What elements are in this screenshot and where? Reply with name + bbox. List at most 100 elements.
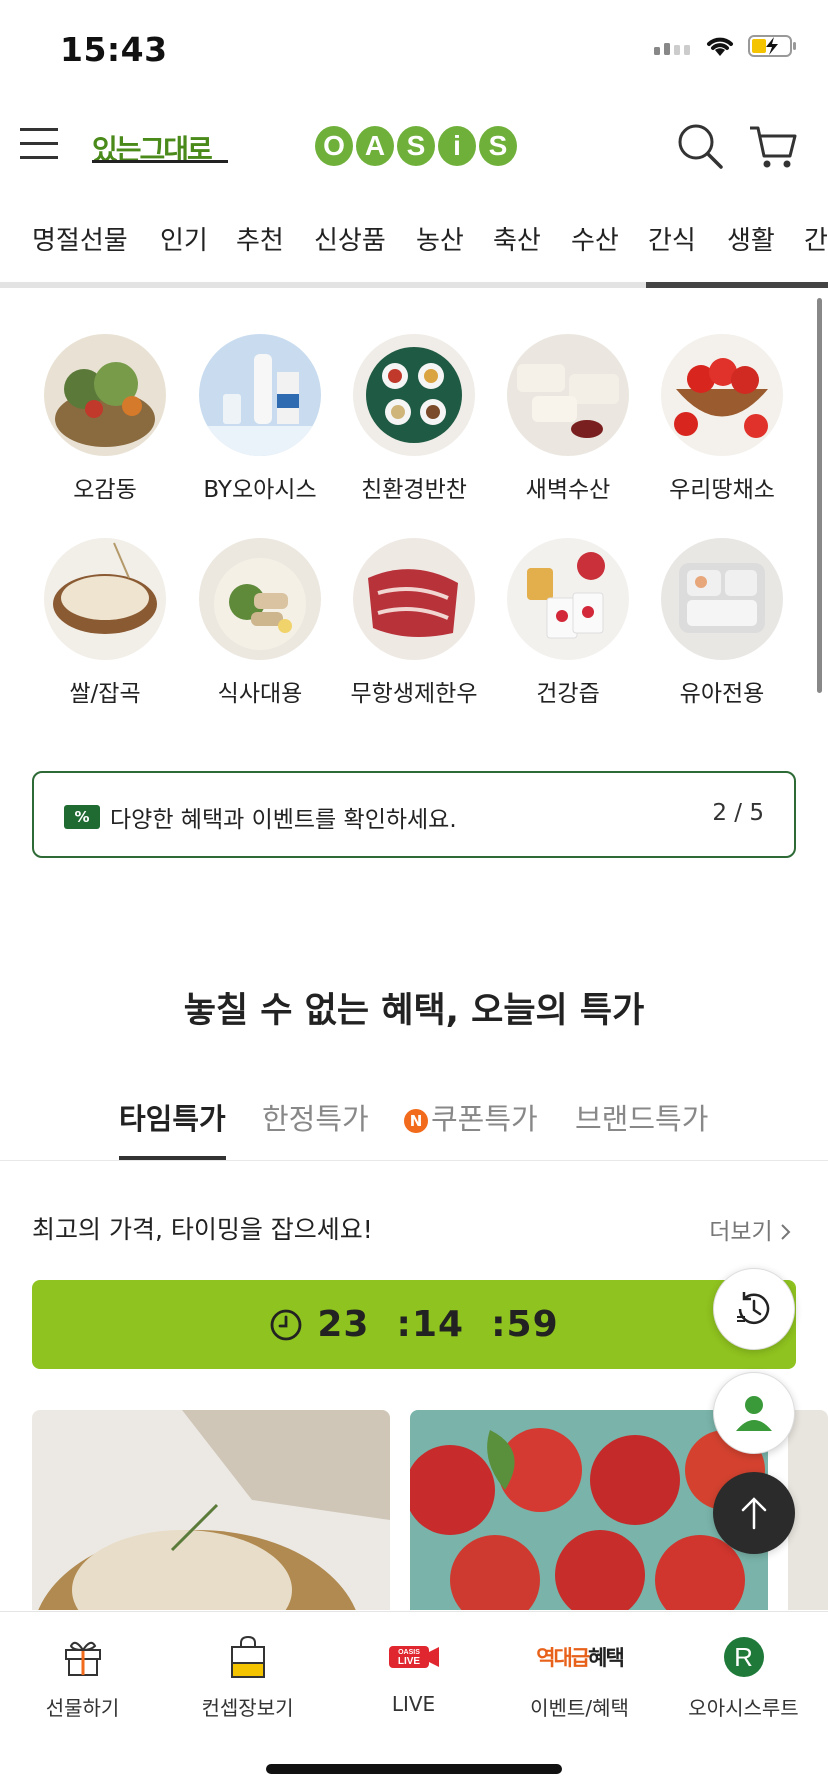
quick-category[interactable]: 쌀/잡곡	[25, 538, 185, 708]
juice-packs-icon	[507, 538, 629, 660]
rice-bowl-icon	[44, 538, 166, 660]
wifi-icon	[707, 37, 733, 56]
nav-item[interactable]: 농산	[416, 220, 464, 257]
top-header: 있는그대로 O A S i S	[0, 100, 828, 194]
route-icon-letter: R	[734, 1641, 753, 1672]
nav-item[interactable]: 축산	[493, 220, 541, 257]
quick-category[interactable]: 무항생제한우	[334, 538, 494, 708]
logo-letter: O	[315, 126, 353, 166]
status-time: 15:43	[60, 30, 168, 69]
quick-category[interactable]: 식사대용	[180, 538, 340, 708]
status-icons	[654, 34, 798, 58]
bottom-tab-live[interactable]: OASIS LIVE LIVE	[331, 1634, 496, 1716]
timer-text: 23 :14 :59	[317, 1304, 559, 1345]
quick-category[interactable]: BY오아시스	[180, 334, 340, 504]
nav-item[interactable]: 추천	[236, 220, 284, 257]
search-icon[interactable]	[676, 122, 724, 170]
my-page-button[interactable]	[713, 1372, 795, 1454]
quick-category-label: 건강즙	[536, 681, 600, 707]
quick-category[interactable]: 친환경반찬	[334, 334, 494, 504]
svg-text:LIVE: LIVE	[397, 1656, 420, 1667]
timer-hours: 23	[317, 1304, 370, 1345]
clock-icon	[270, 1309, 302, 1340]
salad-plate-icon	[199, 538, 321, 660]
nav-item[interactable]: 수산	[571, 220, 619, 257]
tab-brand-deal[interactable]: 브랜드특가	[575, 1096, 708, 1138]
quick-category[interactable]: 우리땅채소	[642, 334, 802, 504]
battery-icon	[748, 35, 796, 57]
quick-category[interactable]: 새벽수산	[488, 334, 648, 504]
beef-icon	[353, 538, 475, 660]
more-link-label: 더보기	[709, 1219, 773, 1245]
brand-underline	[92, 160, 228, 163]
event-icon: 역대급 혜택	[497, 1634, 662, 1680]
nav-item[interactable]: 인기	[160, 220, 208, 257]
nav-item[interactable]: 명절선물	[32, 220, 128, 257]
side-dishes-icon	[353, 334, 475, 456]
tabs-divider	[0, 1160, 828, 1161]
route-icon: R	[723, 1637, 764, 1677]
nav-item[interactable]: 간	[804, 220, 828, 257]
quick-category-label: 무항생제한우	[350, 681, 478, 707]
benefit-banner-text: 다양한 혜택과 이벤트를 확인하세요.	[110, 807, 457, 833]
cart-icon[interactable]	[748, 124, 798, 170]
bottom-tab-label: 컨셉장보기	[201, 1696, 294, 1720]
quick-category-label: 식사대용	[217, 681, 303, 707]
event-icon-text-a: 역대급	[536, 1646, 590, 1670]
more-link[interactable]: 더보기	[709, 1212, 792, 1246]
tab-limited-deal[interactable]: 한정특가	[262, 1096, 369, 1138]
bottom-tab-event[interactable]: 역대급 혜택 이벤트/혜택	[497, 1634, 662, 1721]
menu-icon[interactable]	[20, 128, 58, 162]
countdown-timer: 23 :14 :59	[32, 1280, 796, 1369]
logo-letter: S	[397, 126, 435, 166]
new-badge-icon: N	[404, 1109, 428, 1133]
page-scroll-indicator[interactable]	[817, 298, 822, 693]
percent-badge-icon: %	[64, 805, 100, 829]
quick-category[interactable]: 유아전용	[642, 538, 802, 708]
quick-category-label: 친환경반찬	[361, 477, 467, 503]
nav-item[interactable]: 간식	[648, 220, 696, 257]
bottom-tab-label: 선물하기	[45, 1696, 120, 1720]
deal-tabs: 타임특가 한정특가 N 쿠폰특가 브랜드특가	[0, 1096, 828, 1160]
event-icon-text-b: 혜택	[588, 1646, 625, 1670]
bottom-tab-label: 이벤트/혜택	[530, 1696, 629, 1720]
tab-time-deal[interactable]: 타임특가	[119, 1096, 226, 1138]
nav-item[interactable]: 신상품	[314, 220, 386, 257]
promo-text: 최고의 가격, 타이밍을 잡으세요!	[32, 1215, 373, 1244]
bottom-tab-concept[interactable]: 컨셉장보기	[165, 1634, 330, 1721]
quick-category[interactable]: 건강즙	[488, 538, 648, 708]
nav-scroll-thumb[interactable]	[646, 282, 828, 288]
history-icon	[737, 1292, 770, 1325]
user-icon	[736, 1396, 772, 1431]
bottom-tab-route[interactable]: R 오아시스루트	[661, 1634, 826, 1721]
category-nav: 명절선물 인기 추천 신상품 농산 축산 수산 간식 생활 간	[0, 214, 828, 270]
logo-letter: S	[479, 126, 517, 166]
shopping-bag-icon	[230, 1635, 265, 1678]
quick-category[interactable]: 오감동	[25, 334, 185, 504]
baby-tray-icon	[661, 538, 783, 660]
nav-item[interactable]: 생활	[727, 220, 775, 257]
tomato-bowl-icon	[661, 334, 783, 456]
milk-bottle-icon	[199, 334, 321, 456]
timer-minutes: 14	[411, 1304, 465, 1345]
home-indicator[interactable]	[266, 1764, 562, 1774]
section-title: 놓칠 수 없는 혜택, 오늘의 특가	[183, 991, 645, 1031]
timer-seconds: 59	[506, 1304, 559, 1345]
bottom-tab-label: LIVE	[391, 1692, 436, 1716]
fish-fillet-icon	[507, 334, 629, 456]
benefit-banner[interactable]: % 다양한 혜택과 이벤트를 확인하세요. 2 / 5	[32, 771, 796, 858]
scroll-top-button[interactable]	[713, 1472, 795, 1554]
bottom-tab-gift[interactable]: 선물하기	[0, 1634, 165, 1721]
tab-coupon-deal[interactable]: N 쿠폰특가	[404, 1096, 538, 1138]
product-image-grain[interactable]	[32, 1410, 390, 1610]
quick-category-label: BY오아시스	[203, 477, 317, 503]
benefit-banner-page: 2 / 5	[712, 800, 764, 826]
chevron-right-icon	[781, 1224, 791, 1240]
quick-category-label: 쌀/잡곡	[69, 681, 141, 707]
oasis-logo[interactable]: O A S i S	[315, 126, 517, 166]
recent-history-button[interactable]	[713, 1268, 795, 1350]
quick-category-label: 새벽수산	[525, 477, 611, 503]
quick-category-label: 오감동	[73, 477, 137, 503]
vegetable-basket-icon	[44, 334, 166, 456]
tab-coupon-label: 쿠폰특가	[431, 1102, 538, 1136]
